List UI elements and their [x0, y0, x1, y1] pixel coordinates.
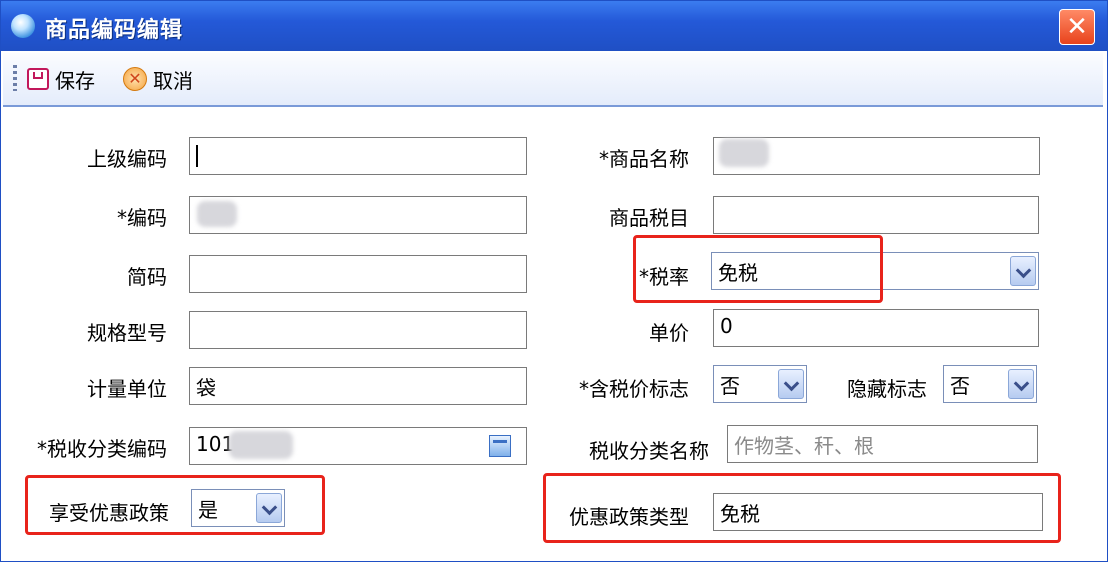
highlight-box	[25, 475, 325, 535]
save-button[interactable]: 保存	[27, 64, 95, 94]
unit-input[interactable]: 袋	[189, 367, 527, 405]
save-icon	[27, 68, 49, 90]
close-button[interactable]: ✕	[1059, 9, 1095, 45]
text-cursor	[196, 144, 198, 167]
redacted-mark	[229, 431, 293, 459]
browse-icon[interactable]	[489, 435, 511, 457]
cancel-button[interactable]: ✕ 取消	[123, 64, 193, 94]
spec-model-label: 规格型号	[87, 321, 167, 345]
chevron-down-icon[interactable]	[778, 369, 804, 399]
unit-price-label: 单价	[649, 321, 689, 345]
code-label: *编码	[117, 206, 167, 230]
unit-price-input[interactable]: 0	[713, 309, 1039, 347]
dialog-window: 商品编码编辑 ✕ 保存 ✕ 取消 上级编码 *编码 简码 规格型号 计量单位 袋…	[0, 0, 1108, 562]
chevron-down-icon[interactable]	[1008, 369, 1034, 399]
short-code-input[interactable]	[189, 255, 527, 293]
app-logo-icon	[11, 14, 35, 38]
toolbar: 保存 ✕ 取消	[3, 53, 1103, 107]
redacted-mark	[197, 201, 237, 227]
tax-class-name-label: 税收分类名称	[589, 439, 709, 463]
tax-class-code-label: *税收分类编码	[37, 437, 167, 461]
spec-model-input[interactable]	[189, 311, 527, 349]
hidden-flag-label: 隐藏标志	[847, 377, 927, 401]
toolbar-grip	[13, 65, 17, 91]
close-icon: ✕	[1066, 12, 1088, 42]
cancel-icon: ✕	[123, 67, 147, 91]
unit-label: 计量单位	[87, 377, 167, 401]
highlight-box	[543, 473, 1061, 543]
parent-code-label: 上级编码	[87, 147, 167, 171]
save-label: 保存	[55, 68, 95, 93]
parent-code-input[interactable]	[189, 137, 527, 175]
tax-included-select[interactable]: 否	[713, 365, 807, 403]
window-title: 商品编码编辑	[45, 18, 184, 43]
chevron-down-icon[interactable]	[1010, 256, 1036, 286]
code-input[interactable]	[189, 196, 527, 234]
product-name-label: *商品名称	[599, 147, 689, 171]
highlight-box	[633, 235, 883, 303]
tax-class-name-input[interactable]: 作物茎、秆、根	[727, 425, 1038, 463]
tax-included-label: *含税价标志	[579, 377, 689, 401]
redacted-mark	[719, 139, 769, 167]
short-code-label: 简码	[127, 265, 167, 289]
tax-item-label: 商品税目	[609, 206, 689, 230]
hidden-flag-select[interactable]: 否	[943, 365, 1037, 403]
cancel-label: 取消	[153, 68, 193, 93]
title-bar: 商品编码编辑 ✕	[1, 1, 1107, 51]
tax-item-input[interactable]	[713, 196, 1039, 234]
